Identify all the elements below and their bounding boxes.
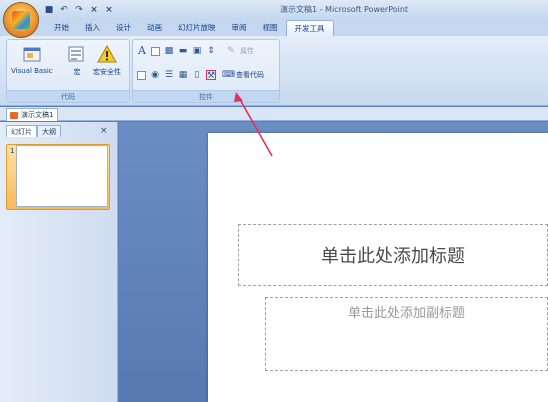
macro-security-label: 宏安全性	[93, 68, 121, 76]
redo-icon[interactable]: ↷	[74, 5, 84, 15]
controls-group: A ▩ ▬ ▣ ⇕ ✎ 属性 ◉ ☰ ▦ ▯ ⚒ ⌨ 查看代码 控件	[132, 39, 280, 103]
close-icon[interactable]: ×	[100, 126, 108, 136]
save-icon[interactable]: ■	[44, 5, 54, 15]
code-group-label: 代码	[7, 90, 129, 102]
ribbon-tabs: 开始 插入 设计 动画 幻灯片放映 审阅 视图 开发工具	[44, 20, 334, 36]
tab-design[interactable]: 设计	[108, 20, 139, 36]
slide-thumbnail[interactable]	[16, 145, 108, 207]
toggle-control-icon[interactable]: ▯	[192, 70, 202, 80]
office-logo-icon	[12, 11, 30, 29]
title-placeholder[interactable]: 单击此处添加标题	[238, 224, 548, 286]
close-icon[interactable]: ×	[104, 5, 114, 15]
tab-review[interactable]: 审阅	[224, 20, 255, 36]
visual-basic-label: Visual Basic	[11, 67, 53, 75]
properties-icon[interactable]: ✎	[226, 46, 236, 56]
visual-basic-button[interactable]: Visual Basic	[11, 44, 53, 75]
scrollbar-control-icon[interactable]: ▬	[178, 46, 188, 56]
visual-basic-icon	[23, 47, 41, 62]
view-code-icon[interactable]: ⌨	[222, 70, 235, 80]
controls-row-2: ◉ ☰ ▦ ▯ ⚒ ⌨ 查看代码	[137, 70, 264, 81]
combobox-control-icon[interactable]: ▦	[178, 70, 188, 80]
slide-number: 1	[10, 147, 15, 155]
window-title: 演示文稿1 - Microsoft PowerPoint	[280, 5, 409, 14]
document-tab-strip: 演示文稿1	[0, 107, 548, 121]
controls-group-label: 控件	[133, 90, 279, 102]
close-icon[interactable]: ×	[89, 5, 99, 15]
undo-icon[interactable]: ↶	[59, 5, 69, 15]
office-button[interactable]	[3, 2, 39, 38]
quick-access-toolbar: ■ ↶ ↷ × ×	[44, 3, 114, 17]
spin-control-icon[interactable]: ⇕	[206, 46, 216, 56]
document-tab[interactable]: 演示文稿1	[6, 108, 59, 121]
macro-button[interactable]: 宏	[67, 44, 87, 77]
more-controls-icon[interactable]: ⚒	[206, 70, 216, 81]
tab-animation[interactable]: 动画	[139, 20, 170, 36]
tab-outline[interactable]: 大纲	[37, 125, 61, 137]
tab-insert[interactable]: 插入	[77, 20, 108, 36]
tab-slides[interactable]: 幻灯片	[6, 125, 37, 137]
tab-view[interactable]: 视图	[255, 20, 286, 36]
tab-slideshow[interactable]: 幻灯片放映	[170, 20, 224, 36]
tab-home[interactable]: 开始	[46, 20, 77, 36]
view-code-label[interactable]: 查看代码	[236, 70, 264, 80]
button-control-icon[interactable]: ▩	[164, 46, 174, 56]
pane-tabs: 幻灯片 大纲	[6, 125, 61, 137]
option-button-control-icon[interactable]: ◉	[150, 70, 160, 80]
code-group: Visual Basic 宏 宏安全性 代码	[6, 39, 130, 103]
tab-developer[interactable]: 开发工具	[285, 20, 334, 36]
label-control-icon[interactable]: A	[137, 45, 147, 56]
controls-row-1: A ▩ ▬ ▣ ⇕ ✎ 属性	[137, 45, 254, 56]
checkbox-control-icon[interactable]	[137, 70, 146, 80]
properties-label: 属性	[240, 47, 254, 55]
textbox-control-icon[interactable]	[151, 46, 160, 56]
subtitle-placeholder[interactable]: 单击此处添加副标题	[265, 297, 548, 371]
listbox-control-icon[interactable]: ☰	[164, 70, 174, 80]
macro-security-button[interactable]: 宏安全性	[93, 44, 121, 77]
macro-icon	[68, 46, 84, 62]
warning-icon	[97, 44, 117, 63]
slide-canvas: 单击此处添加标题 单击此处添加副标题	[208, 133, 548, 402]
macro-label: 宏	[73, 68, 81, 76]
image-control-icon[interactable]: ▣	[192, 46, 202, 56]
